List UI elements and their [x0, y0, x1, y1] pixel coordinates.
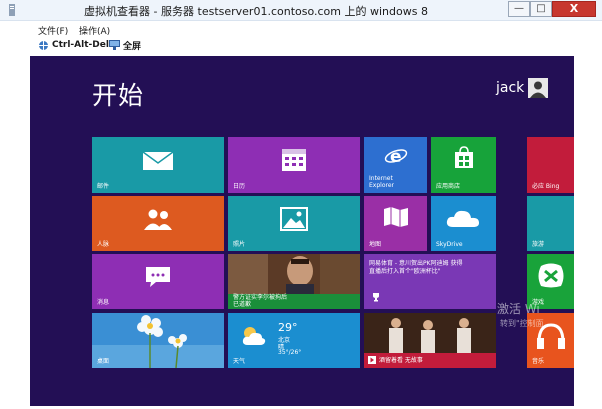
fullscreen-label: 全屏 — [123, 41, 142, 52]
tile-music-video[interactable]: 酒留着看 无故事 — [364, 313, 496, 368]
internet-explorer-icon: e — [384, 147, 408, 167]
tile-people-label: 人脉 — [97, 241, 110, 248]
tile-news[interactable]: 警方证实李尔被拘后 已道歉 — [228, 254, 360, 309]
vm-screen[interactable]: 开始 jack 邮件 日历 e Internet Explorer 应用商店 必… — [30, 56, 574, 406]
tile-weather-label: 天气 — [233, 358, 246, 365]
tile-mail-label: 邮件 — [97, 183, 110, 190]
play-icon — [368, 356, 376, 364]
tile-calendar-label: 日历 — [233, 183, 246, 190]
close-button[interactable]: X — [552, 1, 596, 17]
tile-news-caption-2: 已道歉 — [233, 301, 252, 308]
window-frame-right — [574, 56, 602, 406]
tile-travel-label: 旅游 — [532, 241, 545, 248]
tile-sports[interactable]: 网易体育 - 意川贺出PK阿迪姆 获得 直播后打入首个"欧洲杯比" — [364, 254, 496, 309]
tile-sports-line-1: 网易体育 - 意川贺出PK阿迪姆 获得 — [369, 260, 463, 267]
svg-text:e: e — [390, 147, 402, 167]
tile-mail[interactable]: 邮件 — [92, 137, 224, 193]
tile-skydrive[interactable]: SkyDrive — [431, 196, 496, 251]
user-avatar[interactable] — [528, 78, 548, 98]
window-frame-left — [0, 56, 30, 406]
tile-ie-label-2: Explorer — [369, 182, 394, 189]
minimize-icon: — — [514, 3, 524, 14]
tile-store[interactable]: 应用商店 — [431, 137, 496, 193]
music-photo-image — [364, 313, 496, 353]
weather-range: 35°/26° — [278, 349, 302, 356]
tile-photos[interactable]: 照片 — [228, 196, 360, 251]
mail-icon — [142, 151, 174, 170]
tile-store-label: 应用商店 — [436, 183, 461, 190]
monitor-icon — [109, 40, 120, 50]
tile-music-label: 音乐 — [532, 358, 545, 365]
activation-watermark-line1: 激活 Wi — [497, 302, 540, 316]
tile-travel[interactable]: 旅游 — [527, 196, 574, 251]
tile-messaging[interactable]: 消息 — [92, 254, 224, 309]
ctrl-alt-del-label: Ctrl-Alt-Del — [52, 40, 109, 50]
game-controller-icon — [538, 263, 564, 288]
news-photo-image — [228, 254, 360, 294]
tile-weather[interactable]: 29° 北京 晴 35°/26° 天气 — [228, 313, 360, 368]
photos-icon — [280, 207, 308, 231]
close-icon: X — [569, 2, 579, 15]
ctrl-alt-del-button[interactable]: Ctrl-Alt-Del — [38, 39, 109, 51]
tile-bing[interactable]: 必应 Bing — [527, 137, 574, 193]
window-title: 虚拟机查看器 - 服务器 testserver01.contoso.com 上的… — [84, 5, 428, 18]
tile-internet-explorer[interactable]: e Internet Explorer — [364, 137, 427, 193]
user-name[interactable]: jack — [496, 80, 524, 96]
chat-bubble-icon — [146, 267, 170, 287]
map-icon — [384, 207, 408, 227]
activation-watermark-line2: 转到"控制面 — [500, 319, 544, 328]
menu-action[interactable]: 操作(A) — [79, 24, 110, 37]
maximize-icon: □ — [536, 3, 546, 14]
user-icon — [528, 78, 548, 98]
tile-messaging-label: 消息 — [97, 299, 110, 306]
store-bag-icon — [455, 146, 473, 168]
title-bar[interactable]: 虚拟机查看器 - 服务器 testserver01.contoso.com 上的… — [0, 0, 602, 21]
tile-skydrive-label: SkyDrive — [436, 241, 463, 248]
keyboard-globe-icon — [39, 40, 48, 50]
people-icon — [144, 209, 172, 230]
menu-file[interactable]: 文件(F) — [38, 24, 68, 37]
tile-news-caption-1: 警方证实李尔被拘后 — [233, 294, 288, 301]
maximize-button[interactable]: □ — [530, 1, 552, 17]
menu-bar: 文件(F) 操作(A) — [0, 21, 602, 37]
tile-desktop[interactable]: 桌面 — [92, 313, 224, 368]
fullscreen-button[interactable]: 全屏 — [109, 39, 142, 52]
vm-viewer-window: 虚拟机查看器 - 服务器 testserver01.contoso.com 上的… — [0, 0, 602, 409]
tile-photos-label: 照片 — [233, 241, 246, 248]
tile-calendar[interactable]: 日历 — [228, 137, 360, 193]
tile-maps-label: 地图 — [369, 241, 382, 248]
cloud-icon — [446, 210, 479, 227]
start-title: 开始 — [92, 81, 145, 110]
calendar-icon — [282, 149, 306, 171]
desktop-wallpaper-image — [92, 313, 224, 368]
minimize-button[interactable]: — — [508, 1, 530, 17]
weather-temperature: 29° — [278, 321, 298, 334]
toolbar: Ctrl-Alt-Del 全屏 — [0, 37, 602, 54]
tile-maps[interactable]: 地图 — [364, 196, 427, 251]
partly-sunny-icon — [242, 327, 266, 345]
tile-bing-label: 必应 Bing — [532, 183, 560, 190]
tile-sports-line-2: 直播后打入首个"欧洲杯比" — [369, 268, 441, 275]
tile-desktop-label: 桌面 — [97, 358, 110, 365]
tile-music-caption: 酒留着看 无故事 — [379, 357, 423, 364]
trophy-icon — [373, 293, 379, 302]
tile-people[interactable]: 人脉 — [92, 196, 224, 251]
tile-ie-label-1: Internet — [369, 175, 393, 182]
